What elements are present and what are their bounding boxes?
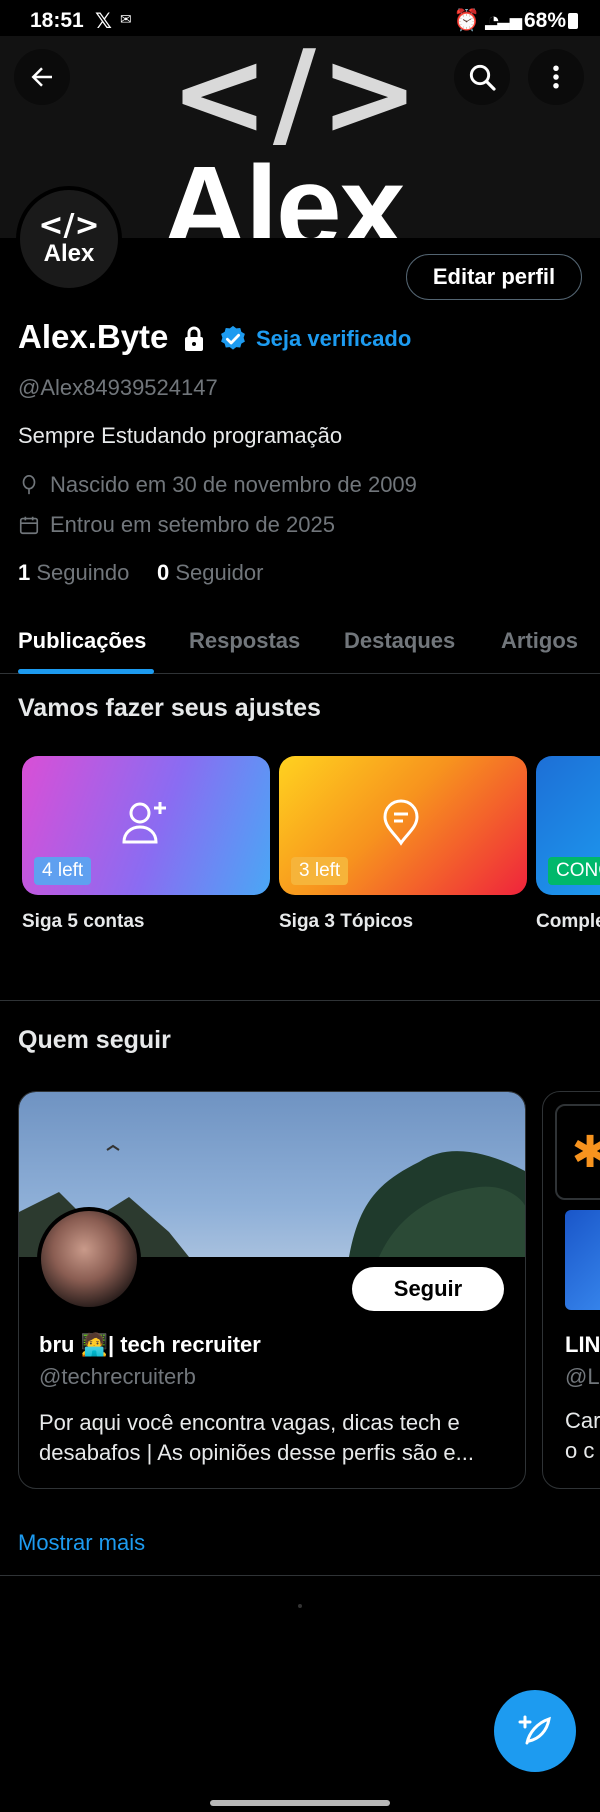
peek-bio-line2: o c — [565, 1438, 595, 1463]
back-arrow-icon — [31, 67, 52, 87]
profile-name: Alex.Byte — [18, 318, 169, 355]
banner-word: Alex — [162, 142, 405, 238]
suggestion-avatar[interactable] — [37, 1207, 141, 1311]
followers-label: Seguidor — [175, 560, 264, 585]
avatar-code-logo: </> — [38, 208, 100, 243]
compose-feather-icon — [518, 1715, 551, 1745]
birth-info: Nascido em 30 de novembro de 2009 — [18, 472, 417, 498]
setup-card-label: Siga 3 Tópicos — [279, 911, 414, 932]
who-to-follow-title: Quem seguir — [18, 1026, 171, 1054]
suggestion-name: bru 🧑‍💻| tech recruiter — [39, 1332, 261, 1357]
peek-bio-line1: Car — [565, 1408, 600, 1433]
followers-count: 0 — [157, 560, 170, 585]
section-divider — [0, 1000, 600, 1001]
peek-name: LIN — [565, 1332, 600, 1357]
calendar-icon — [19, 516, 39, 535]
peek-handle: @L — [565, 1364, 600, 1389]
get-verified-link[interactable]: Seja verificado — [256, 326, 411, 352]
profile-avatar[interactable]: </> Alex — [16, 186, 122, 292]
more-vertical-icon — [553, 65, 559, 89]
section-divider — [0, 1575, 600, 1576]
following-count: 1 — [18, 560, 31, 585]
peek-avatar — [565, 1210, 600, 1310]
asterisk-logo-icon: ✱ — [555, 1104, 600, 1200]
joined-date-text: Entrou em setembro de 2025 — [50, 512, 335, 537]
setup-card-label: Comple — [536, 911, 600, 932]
follow-button[interactable]: Seguir — [352, 1267, 504, 1311]
signal-icon: ▂▃▅ — [485, 13, 522, 30]
loading-dot — [298, 1604, 302, 1608]
x-app-icon: 𝕏 — [95, 10, 112, 33]
compose-post-button[interactable] — [494, 1690, 576, 1772]
status-bar: 18:51 𝕏 ✉ ⏰ ◔ ▂▃▅ 68% — [0, 0, 600, 40]
setup-card-follow-accounts[interactable]: 4 left — [22, 756, 270, 895]
profile-handle: @Alex84939524147 — [18, 375, 218, 400]
active-tab-indicator — [18, 669, 154, 674]
following-link[interactable]: 1 Seguindo — [18, 560, 129, 586]
card-progress-chip: CONC — [548, 857, 600, 885]
setup-card-label: Siga 5 contas — [22, 911, 145, 932]
show-more-link[interactable]: Mostrar mais — [18, 1530, 145, 1556]
followers-link[interactable]: 0 Seguidor — [157, 560, 263, 586]
verified-badge-icon[interactable] — [218, 324, 248, 359]
status-time: 18:51 — [30, 9, 84, 32]
notification-icon: ✉ — [120, 11, 132, 27]
birth-date-text: Nascido em 30 de novembro de 2009 — [50, 472, 417, 497]
balloon-icon — [22, 475, 36, 495]
alarm-icon: ⏰ — [453, 9, 480, 32]
suggestion-handle: @techrecruiterb — [39, 1364, 196, 1389]
back-button[interactable] — [14, 49, 70, 105]
setup-section-title: Vamos fazer seus ajustes — [18, 694, 321, 722]
search-icon — [469, 64, 496, 91]
suggestion-bio: Por aqui você encontra vagas, dicas tech… — [39, 1410, 474, 1465]
tab-respostas[interactable]: Respostas — [189, 628, 300, 654]
edit-profile-button[interactable]: Editar perfil — [406, 254, 582, 300]
lock-icon — [182, 326, 206, 357]
avatar-word: Alex — [43, 240, 95, 267]
search-button[interactable] — [454, 49, 510, 105]
topic-bubble-icon — [383, 799, 419, 846]
home-indicator-bar[interactable] — [210, 1800, 390, 1806]
setup-card-complete[interactable]: CONC — [536, 756, 600, 895]
add-user-icon — [122, 802, 166, 844]
suggestion-card[interactable]: Seguir bru 🧑‍💻| tech recruiter @techrecr… — [18, 1091, 526, 1489]
profile-bio: Sempre Estudando programação — [18, 423, 343, 448]
following-label: Seguindo — [36, 560, 130, 585]
card-progress-chip: 4 left — [34, 857, 92, 885]
card-progress-chip: 3 left — [291, 857, 349, 885]
battery-level: 68% — [523, 9, 566, 32]
more-options-button[interactable] — [528, 49, 584, 105]
profile-tabs: Publicações Respostas Destaques Artigos — [0, 610, 600, 674]
battery-icon — [568, 13, 578, 29]
tab-artigos[interactable]: Artigos — [501, 628, 578, 654]
tab-destaques[interactable]: Destaques — [344, 628, 455, 654]
tab-publicacoes[interactable]: Publicações — [18, 628, 146, 654]
suggestion-card-next[interactable]: ✱ LIN @L Car o c — [542, 1091, 600, 1489]
joined-info: Entrou em setembro de 2025 — [18, 512, 335, 538]
setup-card-follow-topics[interactable]: 3 left — [279, 756, 527, 895]
